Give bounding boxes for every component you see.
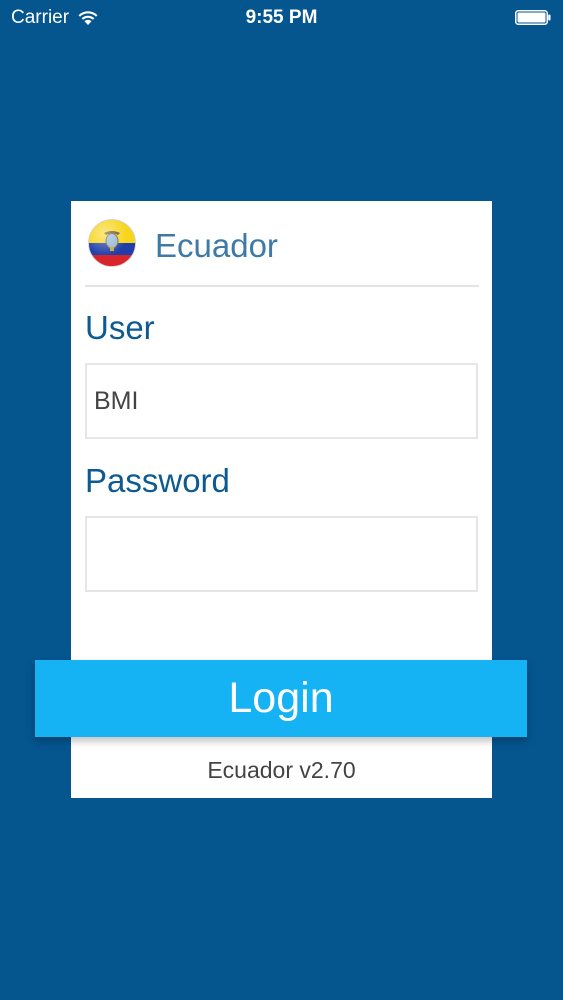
login-screen: Carrier 9:55 PM Ecuador User BMI Passwor… (0, 0, 563, 1000)
password-input[interactable] (85, 516, 478, 592)
user-input[interactable] (85, 363, 478, 439)
status-time: 9:55 PM (245, 7, 318, 28)
password-label: Password (85, 462, 230, 499)
login-button[interactable]: Login (35, 660, 527, 737)
version-label: Ecuador v2.70 (207, 757, 356, 783)
country-title: Ecuador (155, 227, 278, 264)
user-label: User (85, 309, 155, 346)
status-bar: Carrier 9:55 PM (0, 0, 563, 38)
ecuador-flag-icon (88, 219, 136, 267)
battery-icon (515, 10, 551, 25)
card-header: Ecuador (85, 215, 479, 287)
